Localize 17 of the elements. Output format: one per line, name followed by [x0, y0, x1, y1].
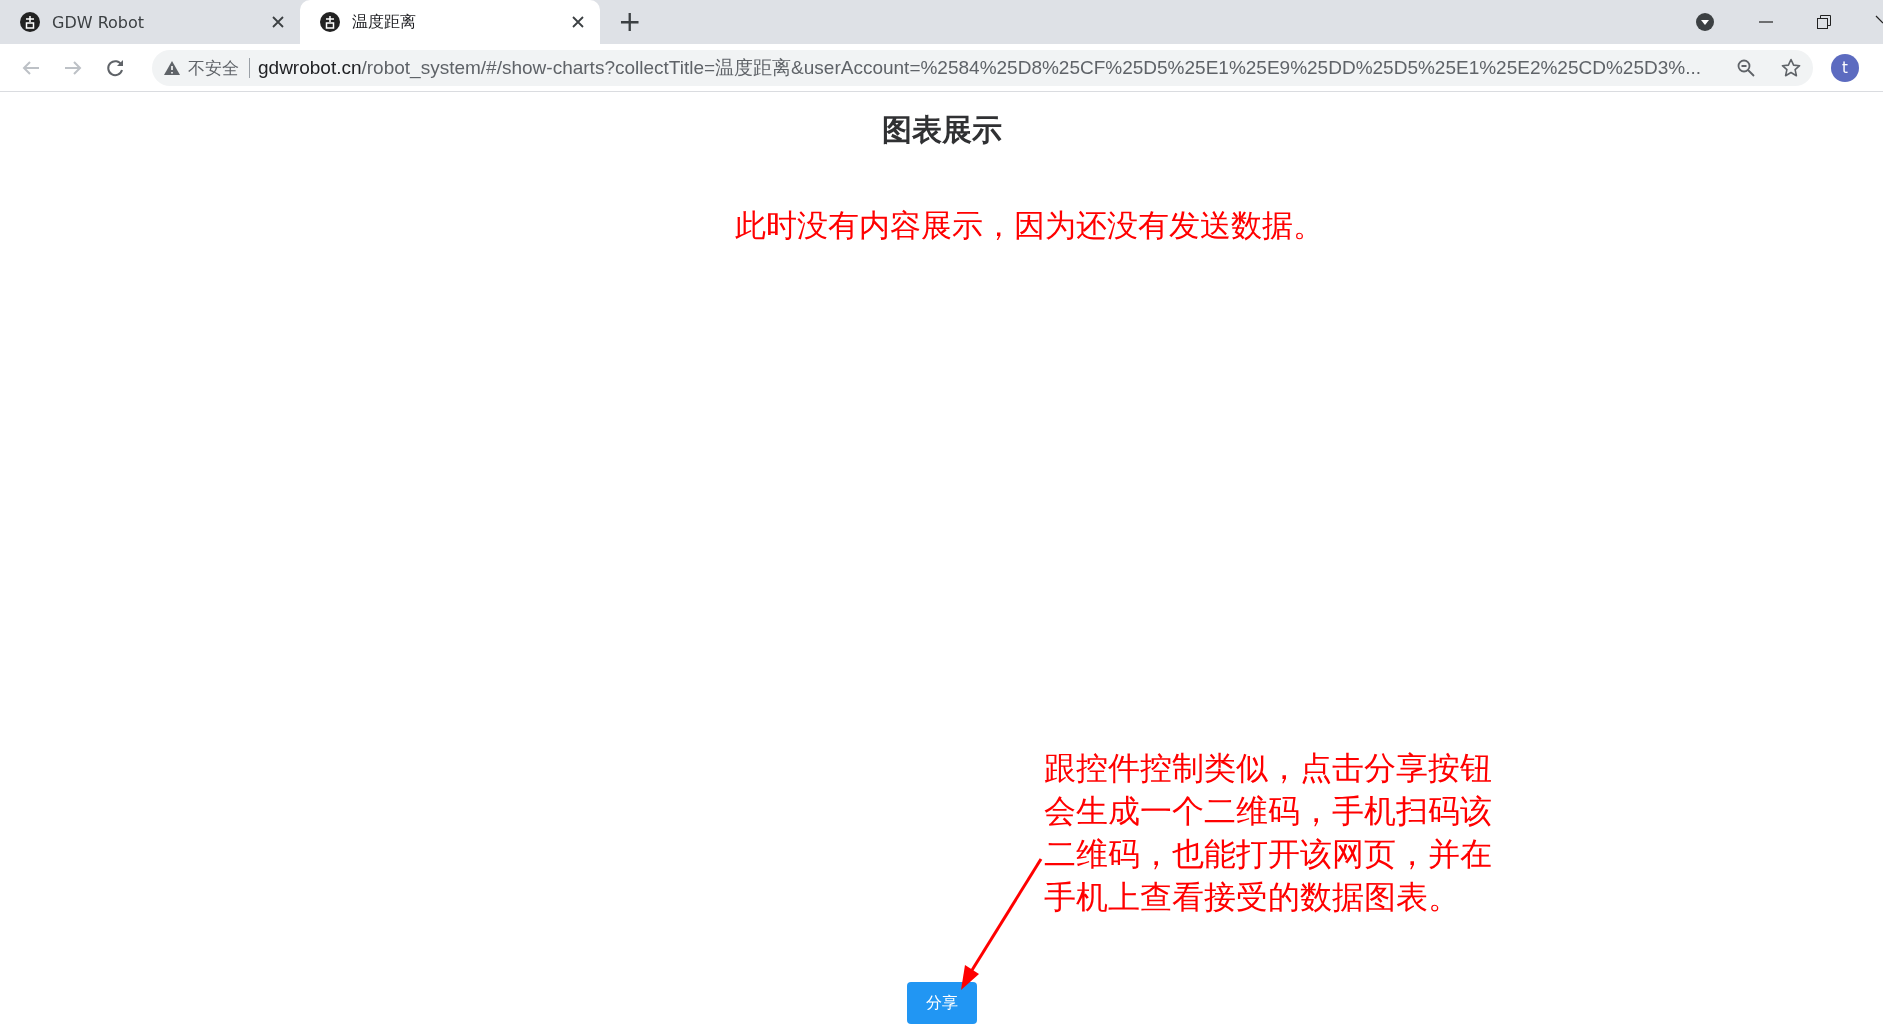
- address-bar[interactable]: 不安全 gdwrobot.cn/robot_system/#/show-charts?collectTitle=温度距离&userAccount=%2584%25D8%25CF%25D5%25E1%25E9%25DD%25D5%25E1%25E2%25CD%25D3%...: [152, 49, 1813, 86]
- tab-search-icon[interactable]: [1695, 12, 1715, 32]
- zoom-out-icon[interactable]: [1737, 58, 1755, 77]
- tab-logo-icon: [20, 12, 40, 32]
- profile-avatar[interactable]: t: [1831, 53, 1859, 82]
- page-title: 图表展示: [881, 111, 1002, 149]
- warning-icon: [164, 60, 180, 75]
- star-icon[interactable]: [1781, 57, 1801, 78]
- restore-icon[interactable]: [1817, 15, 1831, 29]
- browser-tab[interactable]: GDW Robot: [0, 0, 300, 44]
- annotation-text: 跟控件控制类似，点击分享按钮会生成一个二维码，手机扫码该二维码，也能打开该网页，并在手机上查看接受的数据图表。: [1044, 748, 1493, 918]
- tab-logo-icon: [320, 12, 340, 32]
- not-secure-label: 不安全: [188, 57, 250, 78]
- new-tab-button[interactable]: +: [614, 4, 646, 40]
- url-text: gdwrobot.cn/robot_system/#/show-charts?collectTitle=温度距离&userAccount=%2584%25D8%25CF%25D5%25E1%25E9%25DD%25D5%25E1%25E2%25CD%25D3%...: [258, 55, 1702, 81]
- annotation-text: 此时没有内容展示，因为还没有发送数据。: [735, 206, 1324, 245]
- browser-tab[interactable]: 温度距离: [300, 0, 600, 44]
